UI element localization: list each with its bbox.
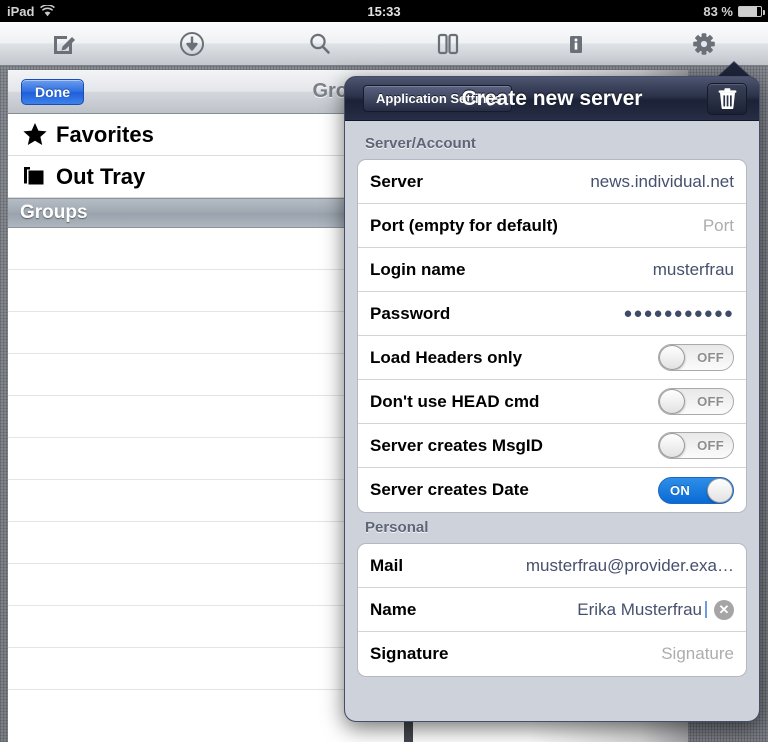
battery-icon	[738, 5, 765, 17]
search-icon[interactable]	[256, 22, 384, 66]
field-label: Mail	[370, 555, 404, 575]
section-label-server-account: Server/Account	[365, 135, 476, 152]
form-group-server-account: Server news.individual.net Port (empty f…	[357, 159, 747, 513]
toggle-state-label: OFF	[697, 438, 724, 453]
text-cursor	[705, 601, 707, 618]
toggle-knob	[707, 477, 733, 503]
field-value-signature[interactable]: Signature	[661, 644, 734, 664]
toggle-server-creates-msgid[interactable]: OFF	[658, 432, 734, 459]
field-label: Server creates MsgID	[370, 435, 543, 455]
field-value-name[interactable]: Erika Musterfrau	[577, 600, 704, 620]
settings-gear-icon[interactable]	[640, 22, 768, 66]
field-row-mail[interactable]: Mail musterfrau@provider.exa…	[358, 544, 746, 588]
field-label: Server	[370, 171, 423, 191]
toggle-dont-use-head-cmd[interactable]: OFF	[658, 388, 734, 415]
star-icon	[22, 122, 56, 147]
toggle-state-label: OFF	[697, 350, 724, 365]
list-item-label: Out Tray	[56, 163, 146, 189]
main-toolbar	[0, 22, 768, 66]
popover-header: Application Settings Create new server	[345, 77, 759, 121]
split-view-icon[interactable]	[384, 22, 512, 66]
field-row-signature[interactable]: Signature Signature	[358, 632, 746, 676]
field-label: Login name	[370, 259, 466, 279]
field-value-mail[interactable]: musterfrau@provider.exa…	[526, 556, 734, 576]
toggle-server-creates-date[interactable]: ON	[658, 476, 734, 504]
field-row-port[interactable]: Port (empty for default) Port	[358, 204, 746, 248]
field-value-password[interactable]: ●●●●●●●●●●●	[623, 305, 734, 322]
trash-icon	[718, 88, 736, 109]
field-value-server[interactable]: news.individual.net	[590, 172, 734, 192]
clear-circle-icon[interactable]: ✕	[714, 599, 734, 620]
info-icon[interactable]	[512, 22, 640, 66]
field-row-login-name[interactable]: Login name musterfrau	[358, 248, 746, 292]
tray-icon	[22, 164, 56, 189]
field-row-name[interactable]: Name Erika Musterfrau ✕	[358, 588, 746, 632]
popover-body: Server/Account Server news.individual.ne…	[345, 121, 759, 721]
field-row-server[interactable]: Server news.individual.net	[358, 160, 746, 204]
create-new-server-popover: Application Settings Create new server S…	[344, 76, 760, 722]
toggle-state-label: OFF	[697, 394, 724, 409]
status-bar-time: 15:33	[367, 3, 401, 19]
toggle-knob	[659, 389, 685, 414]
status-bar: iPad 15:33 83 %	[0, 0, 768, 22]
download-icon[interactable]	[128, 22, 256, 66]
status-bar-right: 83 %	[703, 3, 765, 19]
field-label: Load Headers only	[370, 347, 523, 367]
delete-server-button[interactable]	[707, 82, 747, 115]
toggle-knob	[659, 433, 685, 458]
field-value-port[interactable]: Port	[703, 216, 734, 236]
field-row-server-creates-date: Server creates Date ON	[358, 468, 746, 512]
done-button[interactable]: Done	[21, 78, 84, 105]
field-row-load-headers-only: Load Headers only OFF	[358, 336, 746, 380]
toggle-load-headers-only[interactable]: OFF	[658, 344, 734, 371]
list-item-label: Favorites	[56, 121, 154, 147]
field-value-login-name[interactable]: musterfrau	[653, 260, 734, 280]
back-button-application-settings[interactable]: Application Settings	[363, 85, 512, 112]
field-row-password[interactable]: Password ●●●●●●●●●●●	[358, 292, 746, 336]
ipad-screen: iPad 15:33 83 % Done Favorites Out Tray …	[0, 0, 768, 742]
field-label: Don't use HEAD cmd	[370, 391, 540, 411]
field-label: Signature	[370, 644, 449, 663]
battery-percent-label: 83 %	[703, 3, 733, 19]
compose-icon[interactable]	[0, 22, 128, 66]
field-row-dont-use-head-cmd: Don't use HEAD cmd OFF	[358, 380, 746, 424]
field-label: Name	[370, 599, 417, 619]
popover-stand-nub	[404, 720, 413, 742]
toggle-state-label: ON	[670, 482, 691, 498]
field-label: Server creates Date	[370, 480, 529, 499]
section-label-personal: Personal	[365, 519, 429, 536]
field-label: Password	[370, 303, 451, 323]
field-label: Port (empty for default)	[370, 215, 558, 235]
form-group-personal: Mail musterfrau@provider.exa… Name Erika…	[357, 543, 747, 677]
toggle-knob	[659, 345, 685, 370]
field-row-server-creates-msgid: Server creates MsgID OFF	[358, 424, 746, 468]
